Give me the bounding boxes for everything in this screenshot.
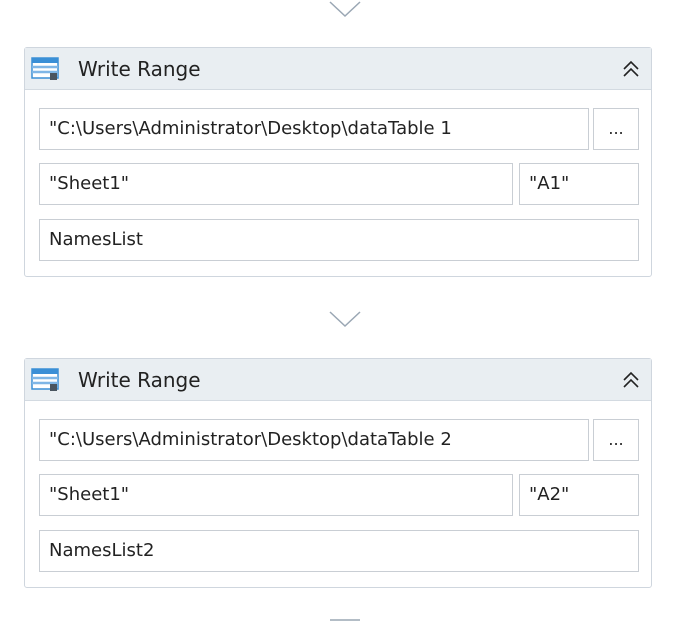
down-triangle-icon (329, 1, 361, 18)
data-table-input[interactable]: NamesList2 (39, 530, 639, 572)
double-chevron-up-icon[interactable] (619, 57, 643, 81)
data-table-input[interactable]: NamesList (39, 219, 639, 261)
activity-title: Write Range (78, 57, 201, 81)
write-range-activity-2[interactable]: Write Range "C:\Users\Administrator\Desk… (24, 358, 652, 588)
sheet-name-input[interactable]: "Sheet1" (39, 474, 513, 516)
activity-header[interactable]: Write Range (25, 48, 651, 90)
write-range-icon (31, 56, 61, 82)
double-chevron-up-icon[interactable] (619, 368, 643, 392)
write-range-icon (31, 367, 61, 393)
browse-button[interactable]: ... (593, 419, 639, 461)
write-range-activity-1[interactable]: Write Range "C:\Users\Administrator\Desk… (24, 47, 652, 277)
sheet-name-input[interactable]: "Sheet1" (39, 163, 513, 205)
start-cell-input[interactable]: "A2" (519, 474, 639, 516)
down-triangle-icon (330, 619, 360, 621)
workbook-path-input[interactable]: "C:\Users\Administrator\Desktop\dataTabl… (39, 108, 589, 150)
workbook-path-input[interactable]: "C:\Users\Administrator\Desktop\dataTabl… (39, 419, 589, 461)
activity-header[interactable]: Write Range (25, 359, 651, 401)
browse-button[interactable]: ... (593, 108, 639, 150)
down-triangle-icon (329, 311, 361, 328)
flow-connector-top (0, 0, 690, 18)
flow-connector-middle (0, 310, 690, 328)
activity-title: Write Range (78, 368, 201, 392)
start-cell-input[interactable]: "A1" (519, 163, 639, 205)
flow-connector-bottom (0, 618, 690, 623)
